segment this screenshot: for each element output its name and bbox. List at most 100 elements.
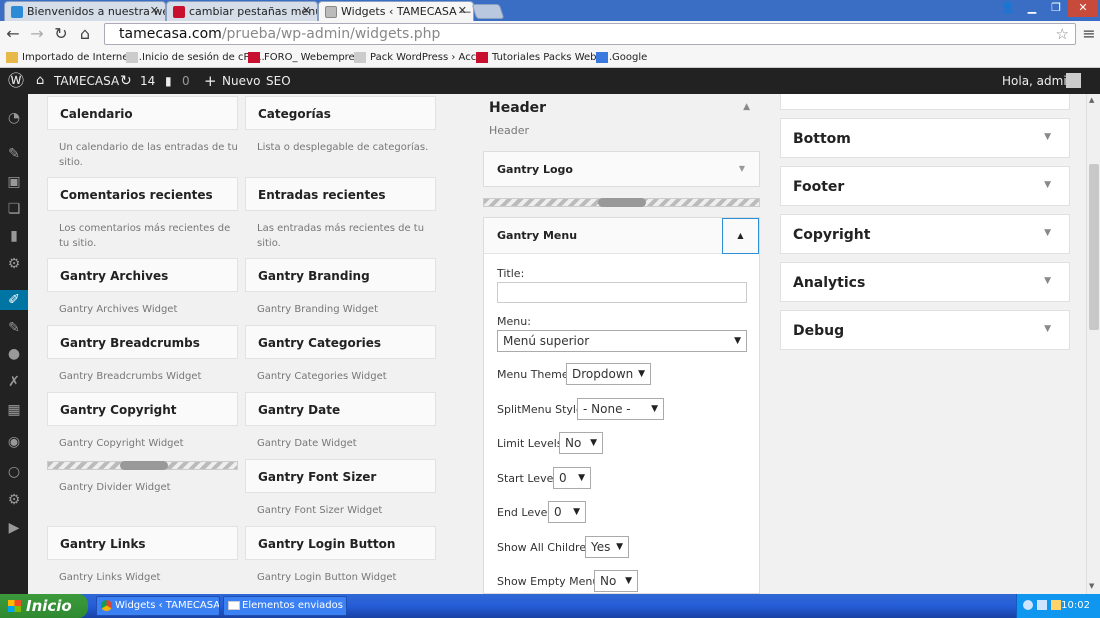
widget-gantry-branding[interactable]: Gantry Branding — [245, 258, 436, 292]
widget-categorias[interactable]: Categorías — [245, 96, 436, 130]
media-icon[interactable]: ▣ — [6, 174, 22, 190]
scrollbar-thumb[interactable] — [1089, 164, 1099, 330]
updates-icon[interactable]: ↻ — [120, 68, 132, 94]
widget-gantry-logo[interactable]: Gantry Logo ▼ — [483, 151, 760, 187]
user-icon[interactable]: 👤 — [996, 0, 1020, 17]
wordpress-logo-icon[interactable]: Ⓦ — [8, 68, 24, 94]
collapse-toggle-button[interactable]: ▲ — [722, 218, 759, 254]
comment-icon[interactable]: ▮ — [165, 68, 172, 94]
area-debug[interactable]: Debug ▼ — [780, 310, 1070, 350]
posts-pin-icon[interactable]: ✎ — [6, 146, 22, 162]
tray-icon[interactable] — [1051, 600, 1061, 610]
appearance-brush-icon[interactable]: ✐ — [6, 292, 22, 308]
plugins-icon[interactable]: ✎ — [6, 320, 22, 336]
url-input[interactable]: tamecasa.com/prueba/wp-admin/widgets.php… — [104, 23, 1076, 45]
pages-icon[interactable]: ❏ — [6, 201, 22, 217]
expand-arrow-icon[interactable]: ▼ — [739, 164, 745, 173]
widget-entradas-recientes[interactable]: Entradas recientes — [245, 177, 436, 211]
widget-gantry-copyright[interactable]: Gantry Copyright — [47, 392, 238, 426]
restore-icon[interactable]: ❐ — [1044, 0, 1068, 17]
widget-comentarios-recientes[interactable]: Comentarios recientes — [47, 177, 238, 211]
end-level-select[interactable]: 0 ▼ — [548, 501, 586, 523]
menu-select[interactable]: Menú superior ▼ — [497, 330, 747, 352]
expand-arrow-icon[interactable]: ▼ — [1044, 228, 1051, 238]
show-all-children-select[interactable]: Yes ▼ — [585, 536, 629, 558]
comments-icon[interactable]: ▮ — [6, 228, 22, 244]
widget-gantry-login-button[interactable]: Gantry Login Button — [245, 526, 436, 560]
new-tab-button[interactable] — [471, 4, 505, 19]
house-icon[interactable]: ⌂ — [36, 68, 44, 94]
tray-icon[interactable] — [1023, 600, 1033, 610]
start-level-select[interactable]: 0 ▼ — [553, 467, 591, 489]
menu-hamburger-icon[interactable]: ≡ — [1080, 25, 1098, 43]
area-copyright[interactable]: Copyright ▼ — [780, 214, 1070, 254]
seo-link[interactable]: SEO — [266, 68, 291, 94]
browser-tab-1[interactable]: Bienvenidos a nuestra web - ✕ — [4, 1, 166, 21]
bookmark-item[interactable]: Pack WordPress › Acc... — [354, 50, 486, 66]
scroll-up-icon[interactable]: ▲ — [1089, 96, 1094, 104]
menu-theme-select[interactable]: Dropdown ▼ — [566, 363, 651, 385]
window-close-icon[interactable]: ✕ — [1068, 0, 1098, 17]
dashboard-icon[interactable]: ◔ — [6, 110, 22, 126]
expand-arrow-icon[interactable]: ▼ — [1044, 276, 1051, 286]
browser-tab-2[interactable]: cambiar pestañas menu a la ✕ — [166, 1, 318, 21]
updates-count[interactable]: 14 — [140, 68, 155, 94]
taskbar-item-browser[interactable]: Widgets ‹ TAMECASA... — [96, 596, 220, 616]
collapse-arrow-icon[interactable]: ▲ — [743, 102, 750, 112]
back-arrow-icon[interactable]: ← — [4, 25, 22, 43]
start-button[interactable]: Inicio — [0, 594, 88, 618]
greeting-link[interactable]: Hola, admin — [1002, 68, 1074, 94]
new-link[interactable]: Nuevo — [222, 68, 260, 94]
expand-arrow-icon[interactable]: ▼ — [1044, 180, 1051, 190]
area-title[interactable]: Header — [489, 100, 546, 116]
widget-gantry-divider-handle[interactable] — [47, 461, 238, 470]
bookmark-item[interactable]: Tutoriales Packs Webe... — [476, 50, 612, 66]
users-icon[interactable]: ● — [6, 346, 22, 362]
gantry-icon[interactable]: ○ — [6, 464, 22, 480]
widget-gantry-archives[interactable]: Gantry Archives — [47, 258, 238, 292]
widget-divider-handle[interactable] — [483, 198, 760, 207]
widget-header[interactable]: Gantry Menu ▲ — [484, 218, 759, 254]
avatar[interactable] — [1066, 73, 1081, 88]
splitmenu-style-select[interactable]: - None - ▼ — [577, 398, 664, 420]
close-icon[interactable]: ✕ — [458, 4, 467, 17]
limit-levels-select[interactable]: No ▼ — [559, 432, 603, 454]
close-icon[interactable]: ✕ — [302, 4, 311, 17]
scroll-down-icon[interactable]: ▼ — [1089, 582, 1094, 590]
page-scrollbar[interactable]: ▲ ▼ — [1086, 94, 1100, 594]
widget-gantry-breadcrumbs[interactable]: Gantry Breadcrumbs — [47, 325, 238, 359]
widget-gantry-date[interactable]: Gantry Date — [245, 392, 436, 426]
seo-icon[interactable]: ◉ — [6, 434, 22, 450]
bookmark-star-icon[interactable]: ☆ — [1056, 24, 1069, 44]
browser-tab-3-active[interactable]: Widgets ‹ TAMECASA — Wo ✕ — [318, 1, 474, 21]
gear-icon[interactable]: ⚙ — [6, 256, 22, 272]
settings-icon[interactable]: ▦ — [6, 402, 22, 418]
bookmark-item[interactable]: Google — [596, 50, 647, 66]
plus-icon[interactable]: + — [204, 68, 217, 94]
home-icon[interactable]: ⌂ — [76, 25, 94, 43]
bookmark-item[interactable]: Inicio de sesión de cPa... — [126, 50, 265, 66]
bookmark-item[interactable]: FORO_ Webempresa — [248, 50, 366, 66]
forward-arrow-icon[interactable]: → — [28, 25, 46, 43]
widget-gantry-font-sizer[interactable]: Gantry Font Sizer — [245, 459, 436, 493]
widget-calendario[interactable]: Calendario — [47, 96, 238, 130]
clock[interactable]: 10:02 — [1061, 600, 1090, 611]
expand-arrow-icon[interactable]: ▼ — [1044, 324, 1051, 334]
show-empty-menu-select[interactable]: No ▼ — [594, 570, 638, 592]
bookmark-item[interactable]: Importado de Internet... — [6, 50, 142, 66]
widget-gantry-categories[interactable]: Gantry Categories — [245, 325, 436, 359]
area-bottom[interactable]: Bottom ▼ — [780, 118, 1070, 158]
widget-gantry-links[interactable]: Gantry Links — [47, 526, 238, 560]
area-analytics[interactable]: Analytics ▼ — [780, 262, 1070, 302]
close-icon[interactable]: ✕ — [150, 4, 159, 17]
title-input[interactable] — [497, 282, 747, 303]
tools-wrench-icon[interactable]: ✗ — [6, 374, 22, 390]
expand-arrow-icon[interactable]: ▼ — [1044, 132, 1051, 142]
tray-icon[interactable] — [1037, 600, 1047, 610]
gear-icon[interactable]: ⚙ — [6, 492, 22, 508]
collapse-menu-icon[interactable]: ▶ — [6, 520, 22, 536]
reload-icon[interactable]: ↻ — [52, 25, 70, 43]
taskbar-item-mail[interactable]: Elementos enviados -... — [223, 596, 347, 616]
area-footer[interactable]: Footer ▼ — [780, 166, 1070, 206]
site-name-link[interactable]: TAMECASA — [54, 68, 119, 94]
